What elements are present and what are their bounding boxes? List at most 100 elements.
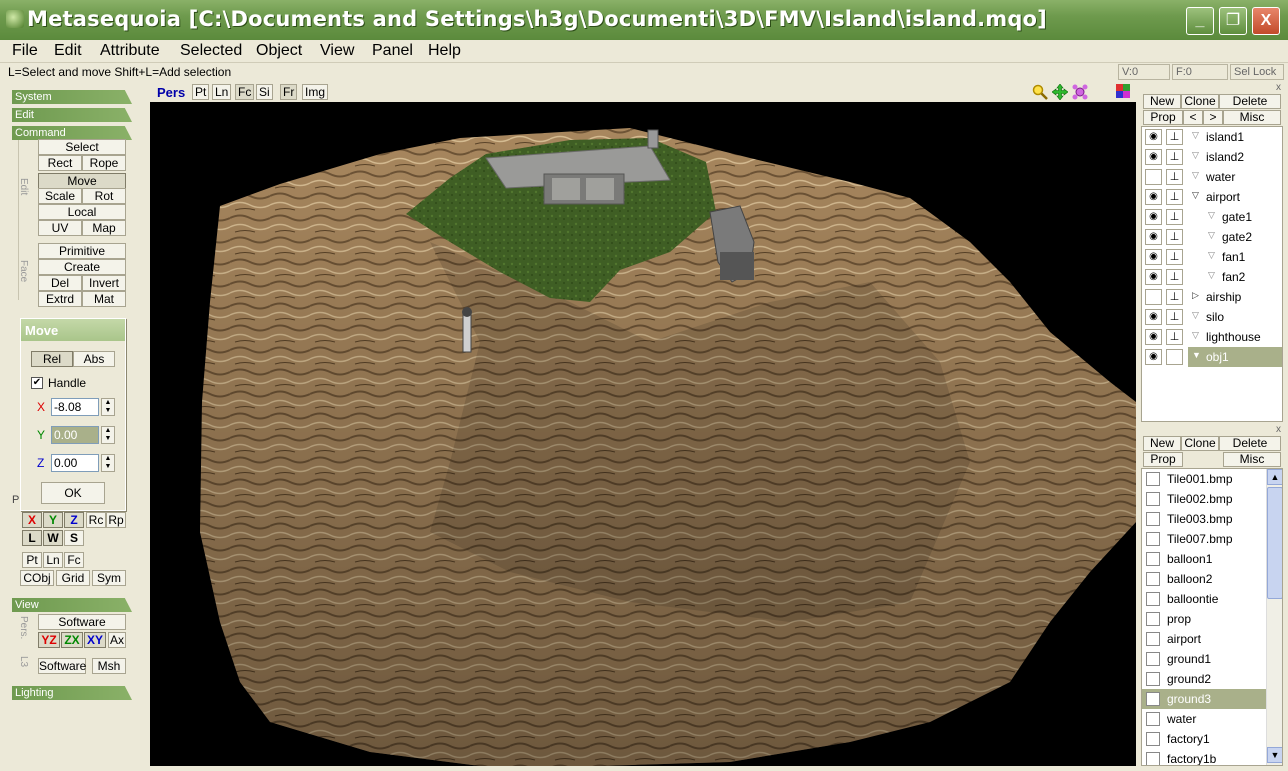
toggle-points[interactable]: Pt (192, 84, 210, 100)
software-render-button[interactable]: Software (38, 614, 126, 630)
object-panel-close[interactable]: x (1276, 82, 1281, 93)
software-render-button-2[interactable]: Software (38, 658, 86, 674)
toggle-front[interactable]: Fr (280, 84, 298, 100)
object-row-island2[interactable]: ◉ ⊥ ▽ island2 (1142, 147, 1282, 167)
select-button[interactable]: Select (38, 139, 126, 155)
section-view[interactable]: View (12, 598, 132, 612)
scroll-thumb[interactable] (1267, 487, 1282, 599)
lock-icon[interactable]: ⊥ (1166, 269, 1183, 285)
material-clone-button[interactable]: Clone (1181, 436, 1219, 451)
material-delete-button[interactable]: Delete (1219, 436, 1281, 451)
rel-button[interactable]: Rel (31, 351, 73, 367)
z-spinner[interactable]: ▲ ▼ (101, 454, 115, 472)
visibility-eye-icon[interactable]: ◉ (1145, 209, 1162, 225)
visibility-eye-icon[interactable]: ◉ (1145, 189, 1162, 205)
rect-button[interactable]: Rect (38, 155, 82, 171)
zx-view-button[interactable]: ZX (61, 632, 83, 648)
section-lighting[interactable]: Lighting (12, 686, 132, 700)
object-next-button[interactable]: > (1203, 110, 1223, 125)
handle-checkbox[interactable]: ✔ (31, 377, 43, 389)
material-checkbox[interactable] (1146, 492, 1160, 506)
pt-button[interactable]: Pt (22, 552, 42, 568)
object-row-fan2[interactable]: ◉ ⊥ ▽ fan2 (1142, 267, 1282, 287)
rc-button[interactable]: Rc (86, 512, 106, 528)
material-checkbox[interactable] (1146, 592, 1160, 606)
menu-attribute[interactable]: Attribute (100, 42, 160, 60)
z-value-input[interactable]: 0.00 (51, 454, 99, 472)
menu-help[interactable]: Help (428, 42, 461, 60)
object-row-obj1[interactable]: ◉ ▼ obj1 (1142, 347, 1282, 367)
lock-icon[interactable]: ⊥ (1166, 249, 1183, 265)
material-checkbox[interactable] (1146, 652, 1160, 666)
material-row[interactable]: balloon2 (1142, 569, 1266, 589)
x-value-input[interactable]: -8.08 (51, 398, 99, 416)
ln-button[interactable]: Ln (43, 552, 63, 568)
menu-file[interactable]: File (12, 42, 38, 60)
object-row-gate2[interactable]: ◉ ⊥ ▽ gate2 (1142, 227, 1282, 247)
yz-view-button[interactable]: YZ (38, 632, 60, 648)
visibility-eye-icon[interactable]: ◉ (1145, 349, 1162, 365)
material-row[interactable]: Tile007.bmp (1142, 529, 1266, 549)
collapse-triangle-icon[interactable]: ▽ (1192, 190, 1199, 201)
material-checkbox[interactable] (1146, 532, 1160, 546)
section-command[interactable]: Command (12, 126, 132, 140)
object-prop-button[interactable]: Prop (1143, 110, 1183, 125)
sel-lock-toggle[interactable]: Sel Lock (1230, 64, 1284, 80)
object-row-fan1[interactable]: ◉ ⊥ ▽ fan1 (1142, 247, 1282, 267)
color-palette-icon[interactable] (1116, 84, 1130, 98)
uv-button[interactable]: UV (38, 220, 82, 236)
visibility-eye-icon[interactable]: ◉ (1145, 249, 1162, 265)
material-row[interactable]: balloon1 (1142, 549, 1266, 569)
pan-icon[interactable] (1052, 84, 1068, 100)
rot-button[interactable]: Rot (82, 188, 126, 204)
material-row[interactable]: ground1 (1142, 649, 1266, 669)
3d-viewport[interactable]: Pers Pt Ln Fc Si Fr Img (150, 82, 1136, 766)
scene-render[interactable] (150, 102, 1136, 766)
collapse-triangle-icon[interactable]: ▽ (1208, 250, 1215, 261)
object-row-water[interactable]: ⊥ ▽ water (1142, 167, 1282, 187)
object-row-lighthouse[interactable]: ◉ ⊥ ▽ lighthouse (1142, 327, 1282, 347)
collapse-triangle-icon[interactable]: ▽ (1192, 330, 1199, 341)
collapse-triangle-icon[interactable]: ▽ (1192, 170, 1199, 181)
object-prev-button[interactable]: < (1183, 110, 1203, 125)
collapse-triangle-icon[interactable]: ▽ (1192, 310, 1199, 321)
object-row-silo[interactable]: ◉ ⊥ ▽ silo (1142, 307, 1282, 327)
object-row-airship[interactable]: ⊥ ▷ airship (1142, 287, 1282, 307)
local-button[interactable]: Local (38, 204, 126, 220)
invert-button[interactable]: Invert (82, 275, 126, 291)
collapse-triangle-icon[interactable]: ▷ (1192, 290, 1199, 301)
menu-panel[interactable]: Panel (372, 42, 413, 60)
material-row[interactable]: water (1142, 709, 1266, 729)
axis-z-button[interactable]: Z (64, 512, 84, 528)
rotate-view-icon[interactable] (1072, 84, 1088, 100)
abs-button[interactable]: Abs (73, 351, 115, 367)
mat-button[interactable]: Mat (82, 291, 126, 307)
material-checkbox[interactable] (1146, 472, 1160, 486)
visibility-eye-icon[interactable]: ◉ (1145, 329, 1162, 345)
object-row-island1[interactable]: ◉ ⊥ ▽ island1 (1142, 127, 1282, 147)
extrd-button[interactable]: Extrd (38, 291, 82, 307)
primitive-button[interactable]: Primitive (38, 243, 126, 259)
axis-y-button[interactable]: Y (43, 512, 63, 528)
material-row-selected[interactable]: ground3 (1142, 689, 1266, 709)
scale-button[interactable]: Scale (38, 188, 82, 204)
y-value-input[interactable]: 0.00 (51, 426, 99, 444)
material-checkbox[interactable] (1146, 552, 1160, 566)
toggle-faces[interactable]: Fc (235, 84, 255, 100)
object-new-button[interactable]: New (1143, 94, 1181, 109)
lock-icon[interactable]: ⊥ (1166, 209, 1183, 225)
material-checkbox[interactable] (1146, 752, 1160, 765)
menu-edit[interactable]: Edit (54, 42, 82, 60)
material-row[interactable]: balloontie (1142, 589, 1266, 609)
visibility-eye-icon[interactable] (1145, 289, 1162, 305)
rope-button[interactable]: Rope (82, 155, 126, 171)
fc-button[interactable]: Fc (64, 552, 84, 568)
xy-view-button[interactable]: XY (84, 632, 106, 648)
toggle-lines[interactable]: Ln (212, 84, 232, 100)
collapse-triangle-icon[interactable]: ▽ (1208, 230, 1215, 241)
grid-button[interactable]: Grid (56, 570, 90, 586)
material-row[interactable]: Tile001.bmp (1142, 469, 1266, 489)
material-panel-close[interactable]: x (1276, 424, 1281, 435)
object-delete-button[interactable]: Delete (1219, 94, 1281, 109)
ok-button[interactable]: OK (41, 482, 105, 504)
